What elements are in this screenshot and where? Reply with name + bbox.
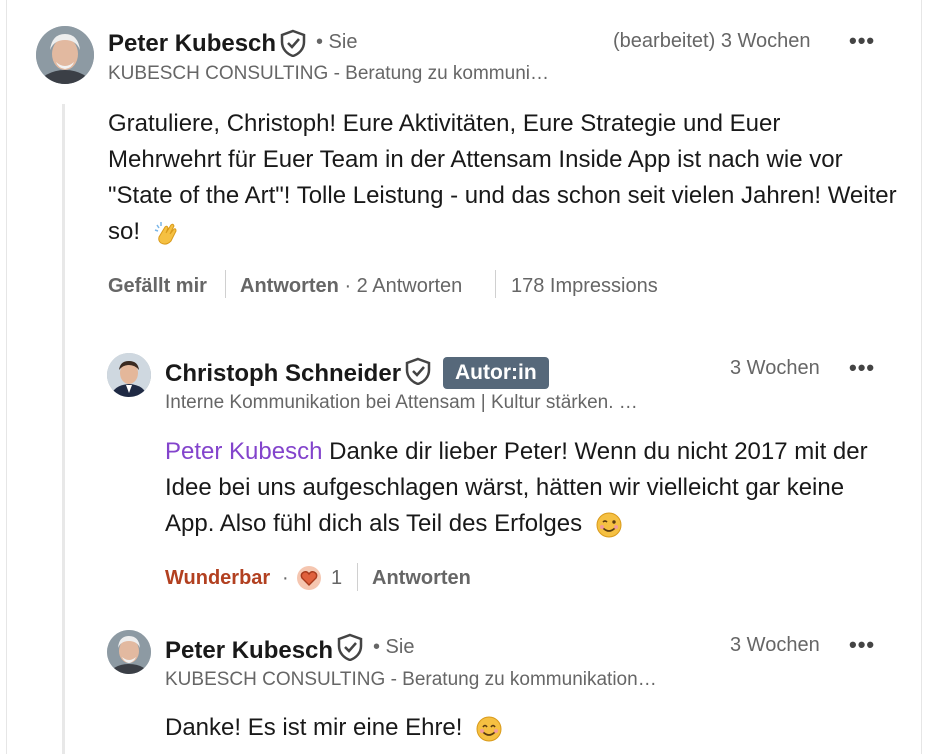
reaction-separator: · — [282, 567, 289, 589]
more-options-icon[interactable]: ••• — [849, 632, 875, 658]
author-name[interactable]: Peter Kubesch — [108, 30, 276, 58]
timestamp: 3 Wochen — [730, 634, 820, 656]
avatar-photo — [107, 630, 151, 674]
avatar-photo — [36, 26, 94, 84]
author-headline: KUBESCH CONSULTING - Beratung zu kommuni… — [165, 669, 657, 690]
avatar[interactable] — [36, 26, 94, 84]
smiling-face-icon — [476, 716, 502, 742]
reply-button[interactable]: Antworten — [240, 275, 339, 297]
reply-text-content: Danke! Es ist mir eine Ehre! — [165, 714, 463, 741]
you-label: • Sie — [373, 636, 415, 658]
more-options-icon[interactable]: ••• — [849, 355, 875, 381]
reply-text: Peter Kubesch Danke dir lieber Peter! We… — [165, 434, 885, 542]
verified-shield-icon — [280, 29, 306, 57]
reply-text: Danke! Es ist mir eine Ehre! — [165, 710, 885, 746]
timestamp: (bearbeitet) 3 Wochen — [613, 30, 811, 52]
like-button[interactable]: Gefällt mir — [108, 275, 207, 298]
timestamp: 3 Wochen — [730, 357, 820, 379]
reply-button[interactable]: Antworten — [372, 567, 471, 590]
verified-shield-icon — [337, 633, 363, 661]
action-divider — [357, 563, 358, 591]
clapping-hands-icon — [154, 221, 177, 245]
verified-shield-icon — [405, 357, 431, 385]
author-headline: KUBESCH CONSULTING - Beratung zu kommuni… — [108, 63, 549, 84]
replies-count[interactable]: · 2 Antworten — [344, 275, 462, 297]
mention-link[interactable]: Peter Kubesch — [165, 438, 322, 465]
you-label: • Sie — [316, 31, 358, 53]
card-right-border — [921, 0, 922, 754]
action-divider — [225, 270, 226, 298]
winking-face-icon — [596, 512, 622, 538]
avatar[interactable] — [107, 630, 151, 674]
heart-reaction-icon[interactable] — [296, 565, 322, 591]
comment-text-content: Gratuliere, Christoph! Eure Aktivitäten,… — [108, 110, 897, 245]
impressions-count[interactable]: 178 Impressions — [511, 275, 658, 298]
reaction-count[interactable]: 1 — [331, 567, 342, 590]
reaction-button[interactable]: Wunderbar — [165, 567, 270, 590]
author-badge: Autor:in — [443, 357, 549, 389]
reply-group: Antworten · 2 Antworten — [240, 275, 462, 298]
avatar-photo — [107, 353, 151, 397]
comment-text: Gratuliere, Christoph! Eure Aktivitäten,… — [108, 106, 898, 250]
avatar[interactable] — [107, 353, 151, 397]
action-divider — [495, 270, 496, 298]
card-left-border — [6, 0, 7, 754]
more-options-icon[interactable]: ••• — [849, 28, 875, 54]
thread-line — [62, 104, 65, 754]
author-name[interactable]: Christoph Schneider — [165, 360, 401, 388]
author-headline: Interne Kommunikation bei Attensam | Kul… — [165, 392, 638, 413]
author-name[interactable]: Peter Kubesch — [165, 637, 333, 665]
